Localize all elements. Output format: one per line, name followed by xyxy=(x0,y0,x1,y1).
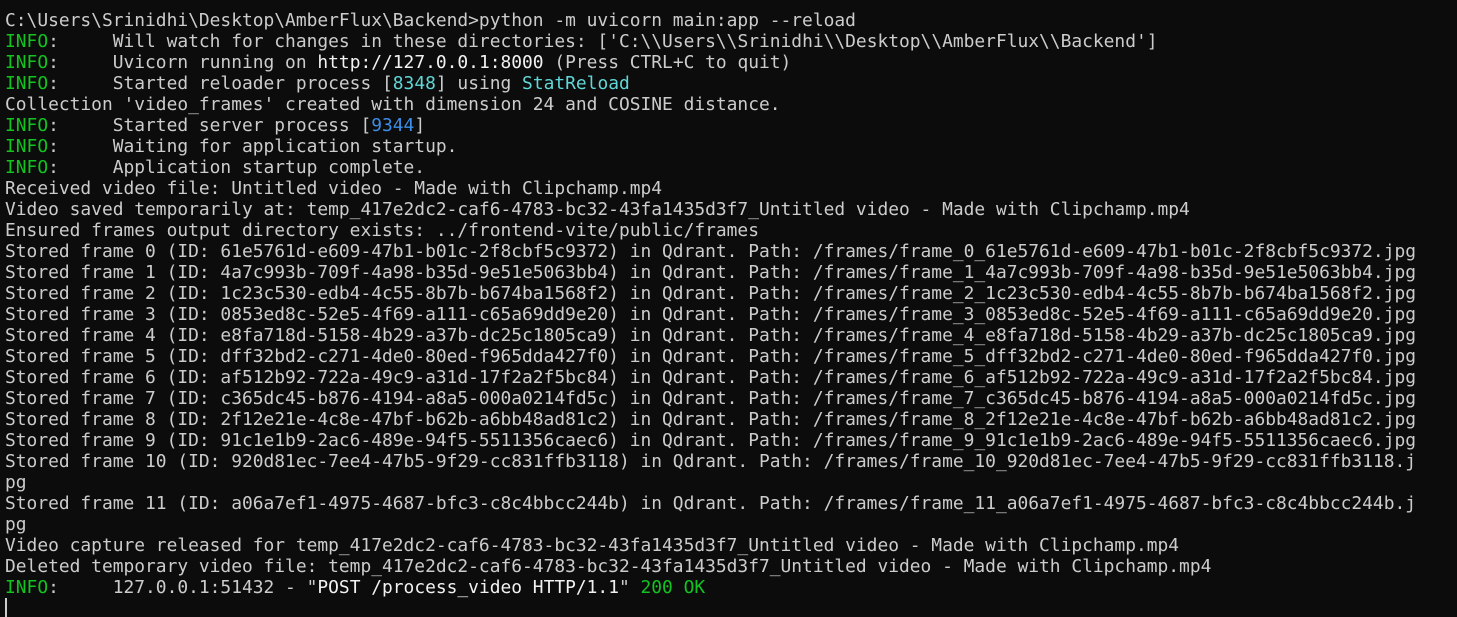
output-text: Ensured frames output directory exists: … xyxy=(5,220,759,241)
log-level-label: INFO xyxy=(5,73,49,94)
output-text: pg xyxy=(5,472,27,493)
output-text: C:\Users\Srinidhi\Desktop\AmberFlux\Back… xyxy=(5,10,856,31)
status-ok: 200 OK xyxy=(640,577,706,598)
highlighted-value: 8348 xyxy=(392,73,436,94)
terminal-line: pg xyxy=(5,514,1416,535)
highlighted-value: StatReload xyxy=(522,73,630,94)
log-level-label: INFO xyxy=(5,577,49,598)
output-text: : Waiting for application startup. xyxy=(48,136,458,157)
terminal-line: INFO: Application startup complete. xyxy=(5,157,1416,178)
terminal-line: Collection 'video_frames' created with d… xyxy=(5,94,1416,115)
terminal-line: Ensured frames output directory exists: … xyxy=(5,220,1416,241)
output-text: : Uvicorn running on xyxy=(48,52,318,73)
log-level-label: INFO xyxy=(5,52,49,73)
output-text: Stored frame 2 (ID: 1c23c530-edb4-4c55-8… xyxy=(5,283,1417,304)
terminal-line: Stored frame 2 (ID: 1c23c530-edb4-4c55-8… xyxy=(5,283,1416,304)
terminal-line: Stored frame 9 (ID: 91c1e1b9-2ac6-489e-9… xyxy=(5,430,1416,451)
terminal-line: Stored frame 11 (ID: a06a7ef1-4975-4687-… xyxy=(5,493,1416,514)
output-text: Collection 'video_frames' created with d… xyxy=(5,94,781,115)
terminal-line: INFO: Uvicorn running on http://127.0.0.… xyxy=(5,52,1416,73)
log-level-label: INFO xyxy=(5,136,49,157)
terminal-line: Stored frame 7 (ID: c365dc45-b876-4194-a… xyxy=(5,388,1416,409)
terminal-line: Deleted temporary video file: temp_417e2… xyxy=(5,556,1416,577)
output-text: Stored frame 9 (ID: 91c1e1b9-2ac6-489e-9… xyxy=(5,430,1417,451)
output-text: Stored frame 5 (ID: dff32bd2-c271-4de0-8… xyxy=(5,346,1417,367)
terminal-line: INFO: Started server process [9344] xyxy=(5,115,1416,136)
output-text: Received video file: Untitled video - Ma… xyxy=(5,178,663,199)
output-text: Stored frame 0 (ID: 61e5761d-e609-47b1-b… xyxy=(5,241,1417,262)
emphasized-text: POST /process_video HTTP/1.1 xyxy=(317,577,619,598)
terminal-line: Stored frame 0 (ID: 61e5761d-e609-47b1-b… xyxy=(5,241,1416,262)
output-text: Stored frame 7 (ID: c365dc45-b876-4194-a… xyxy=(5,388,1417,409)
output-text: : 127.0.0.1:51432 - " xyxy=(48,577,318,598)
text-cursor xyxy=(5,598,7,617)
output-text: " xyxy=(618,577,641,598)
terminal-line: Received video file: Untitled video - Ma… xyxy=(5,178,1416,199)
output-text: Deleted temporary video file: temp_417e2… xyxy=(5,556,1212,577)
output-text: Stored frame 6 (ID: af512b92-722a-49c9-a… xyxy=(5,367,1417,388)
output-text: : Started reloader process [ xyxy=(48,73,393,94)
output-text: Stored frame 8 (ID: 2f12e21e-4c8e-47bf-b… xyxy=(5,409,1417,430)
terminal-line: C:\Users\Srinidhi\Desktop\AmberFlux\Back… xyxy=(5,10,1416,31)
terminal-line: Stored frame 6 (ID: af512b92-722a-49c9-a… xyxy=(5,367,1416,388)
output-text: ] xyxy=(414,115,426,136)
emphasized-text: http://127.0.0.1:8000 xyxy=(317,52,544,73)
output-text: : Application startup complete. xyxy=(48,157,426,178)
output-text: Video saved temporarily at: temp_417e2dc… xyxy=(5,199,1190,220)
terminal-line: Video saved temporarily at: temp_417e2dc… xyxy=(5,199,1416,220)
log-level-label: INFO xyxy=(5,115,49,136)
output-text: Stored frame 1 (ID: 4a7c993b-709f-4a98-b… xyxy=(5,262,1417,283)
output-text: Stored frame 4 (ID: e8fa718d-5158-4b29-a… xyxy=(5,325,1417,346)
terminal-line: Stored frame 10 (ID: 920d81ec-7ee4-47b5-… xyxy=(5,451,1416,472)
log-level-label: INFO xyxy=(5,31,49,52)
terminal-line: Stored frame 8 (ID: 2f12e21e-4c8e-47bf-b… xyxy=(5,409,1416,430)
terminal-line: pg xyxy=(5,472,1416,493)
terminal-line: Stored frame 1 (ID: 4a7c993b-709f-4a98-b… xyxy=(5,262,1416,283)
output-text: Video capture released for temp_417e2dc2… xyxy=(5,535,1180,556)
log-level-label: INFO xyxy=(5,157,49,178)
output-text: pg xyxy=(5,514,27,535)
terminal-window[interactable]: C:\Users\Srinidhi\Desktop\AmberFlux\Back… xyxy=(0,0,1457,617)
output-text: Stored frame 10 (ID: 920d81ec-7ee4-47b5-… xyxy=(5,451,1417,472)
process-id: 9344 xyxy=(371,115,415,136)
output-text: ] using xyxy=(435,73,523,94)
output-text: (Press CTRL+C to quit) xyxy=(543,52,792,73)
output-text: : Started server process [ xyxy=(48,115,372,136)
terminal-line: Video capture released for temp_417e2dc2… xyxy=(5,535,1416,556)
terminal-line: INFO: Will watch for changes in these di… xyxy=(5,31,1416,52)
terminal-line: Stored frame 4 (ID: e8fa718d-5158-4b29-a… xyxy=(5,325,1416,346)
terminal-line: Stored frame 5 (ID: dff32bd2-c271-4de0-8… xyxy=(5,346,1416,367)
output-text: Stored frame 11 (ID: a06a7ef1-4975-4687-… xyxy=(5,493,1417,514)
output-text: Stored frame 3 (ID: 0853ed8c-52e5-4f69-a… xyxy=(5,304,1417,325)
terminal-line: Stored frame 3 (ID: 0853ed8c-52e5-4f69-a… xyxy=(5,304,1416,325)
terminal-output: C:\Users\Srinidhi\Desktop\AmberFlux\Back… xyxy=(5,10,1416,598)
terminal-line: INFO: Waiting for application startup. xyxy=(5,136,1416,157)
terminal-line: INFO: Started reloader process [8348] us… xyxy=(5,73,1416,94)
terminal-line: INFO: 127.0.0.1:51432 - "POST /process_v… xyxy=(5,577,1416,598)
output-text: : Will watch for changes in these direct… xyxy=(48,31,1158,52)
